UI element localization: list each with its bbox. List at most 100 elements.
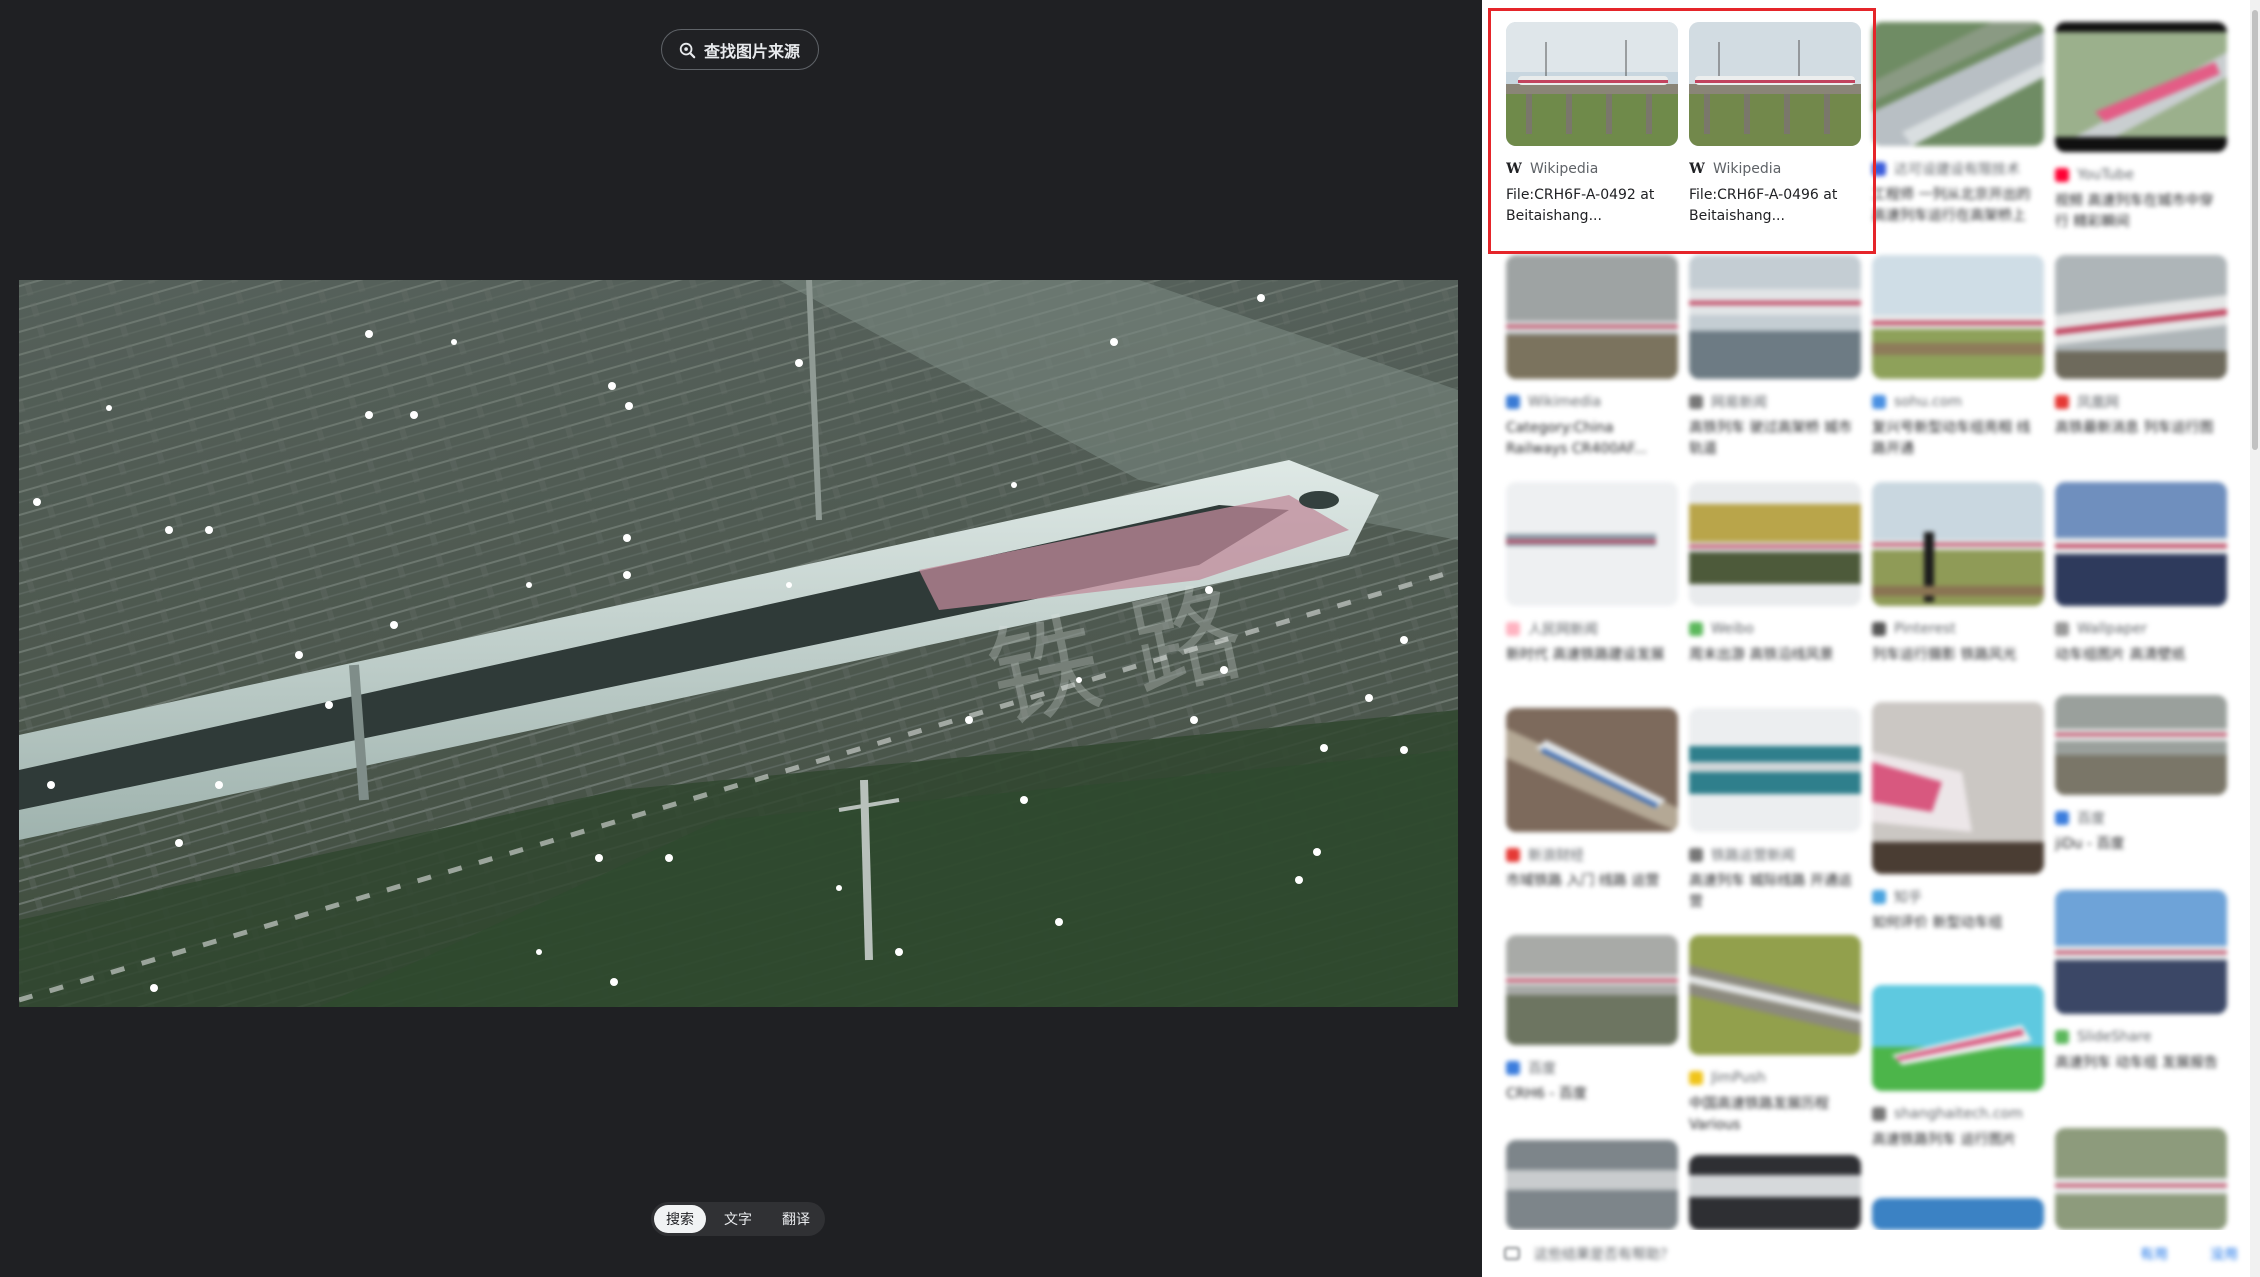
wikipedia-icon: W	[1689, 161, 1705, 177]
result-thumbnail[interactable]	[1506, 935, 1678, 1045]
result-card[interactable]	[1872, 1198, 2044, 1230]
result-source: JimPush	[1689, 1069, 1861, 1087]
result-card[interactable]: YouTube 视频 高速列车在城市中穿行 精彩瞬间	[2055, 22, 2227, 233]
result-title[interactable]: 动车组图片 高清壁纸	[2055, 645, 2227, 687]
result-card[interactable]	[2055, 1128, 2227, 1230]
result-card[interactable]: 人民网新闻 新时代 高速铁路建设发展	[1506, 482, 1678, 687]
result-card[interactable]: Wallpaper 动车组图片 高清壁纸	[2055, 482, 2227, 687]
result-card[interactable]: shanghaitech.com 高速铁路列车 运行图片	[1872, 985, 2044, 1172]
result-title[interactable]: 中国高速铁路发展历程 Various	[1689, 1094, 1861, 1136]
result-thumbnail[interactable]	[1872, 255, 2044, 379]
result-title[interactable]: Category:China Railways CR400AF...	[1506, 418, 1678, 460]
result-thumbnail[interactable]	[1689, 708, 1861, 832]
feedback-no-button[interactable]: 没用	[2210, 1244, 2238, 1264]
result-card[interactable]: sohu.com 复兴号新型动车组亮相 线路开通	[1872, 255, 2044, 460]
result-thumbnail[interactable]	[1689, 255, 1861, 379]
result-title[interactable]: File:CRH6F-A-0496 at Beitaishang...	[1689, 185, 1861, 227]
find-image-source-button[interactable]: 查找图片来源	[661, 29, 820, 70]
result-thumbnail[interactable]	[2055, 482, 2227, 606]
result-title[interactable]: 高速列车 城际线路 开通运营	[1689, 871, 1861, 913]
result-source: W Wikipedia	[1506, 161, 1599, 177]
result-source: Weibo	[1689, 620, 1861, 638]
result-source: YouTube	[2055, 166, 2227, 184]
result-thumbnail[interactable]	[1506, 255, 1678, 379]
result-card[interactable]: Wikimedia Category:China Railways CR400A…	[1506, 255, 1678, 460]
result-card[interactable]: Weibo 周末出游 高铁沿线风景	[1689, 482, 1861, 687]
result-card[interactable]: Pinterest 列车运行摄影 铁路风光	[1872, 482, 2044, 687]
result-title[interactable]: 新时代 高速铁路建设发展	[1506, 645, 1678, 687]
result-card[interactable]: JimPush 中国高速铁路发展历程 Various	[1689, 935, 1861, 1136]
result-card[interactable]	[1506, 1140, 1678, 1230]
scrollbar-thumb[interactable]	[2252, 10, 2258, 450]
result-title[interactable]: 高速列车 动车组 发展报告	[2055, 1053, 2227, 1095]
result-title[interactable]: 高铁最新消息 列车运行图	[2055, 418, 2227, 460]
favicon-icon	[1689, 1071, 1703, 1085]
result-thumbnail[interactable]	[2055, 695, 2227, 795]
result-title[interactable]: 列车运行摄影 铁路风光	[1872, 645, 2044, 687]
favicon-icon	[1872, 1107, 1886, 1121]
result-card[interactable]: 新浪财经 市域铁路 入门 线路 运营	[1506, 708, 1678, 913]
result-card[interactable]: W Wikipedia File:CRH6F-A-0496 at Beitais…	[1689, 22, 1861, 227]
result-thumbnail[interactable]	[1872, 702, 2044, 874]
favicon-icon	[1872, 162, 1886, 176]
youtube-icon	[2055, 168, 2069, 182]
results-scrollbar[interactable]	[2250, 0, 2260, 1277]
result-card[interactable]: W Wikipedia File:CRH6F-A-0492 at Beitais…	[1506, 22, 1678, 227]
result-card[interactable]: 达可设建设有限技术 工程师 一列从北京开出的高速列车运行在高架桥上	[1872, 22, 2044, 227]
result-thumbnail[interactable]	[1872, 482, 2044, 606]
result-thumbnail[interactable]	[1689, 935, 1861, 1055]
result-card[interactable]: SlideShare 高速列车 动车组 发展报告	[2055, 890, 2227, 1095]
result-thumbnail[interactable]	[1872, 22, 2044, 146]
result-thumbnail[interactable]	[2055, 890, 2227, 1014]
result-title[interactable]: File:CRH6F-A-0492 at Beitaishang...	[1506, 185, 1678, 227]
result-title[interactable]: 高速铁路列车 运行图片	[1872, 1130, 2044, 1172]
result-title[interactable]: 周末出游 高铁沿线风景	[1689, 645, 1861, 687]
tab-search[interactable]: 搜索	[654, 1205, 706, 1233]
result-source: W Wikipedia	[1689, 161, 1782, 177]
result-thumbnail[interactable]	[1872, 1198, 2044, 1230]
favicon-icon	[1872, 890, 1886, 904]
result-card[interactable]	[1689, 1155, 1861, 1230]
favicon-icon	[1872, 622, 1886, 636]
result-source: SlideShare	[2055, 1028, 2227, 1046]
result-card[interactable]: 铁路运营新闻 高速列车 城际线路 开通运营	[1689, 708, 1861, 913]
result-card[interactable]: 凤凰网 高铁最新消息 列车运行图	[2055, 255, 2227, 460]
feedback-yes-button[interactable]: 有用	[2140, 1244, 2168, 1264]
favicon-icon	[1689, 622, 1703, 636]
result-thumbnail[interactable]	[1506, 22, 1678, 146]
result-card[interactable]: 网易新闻 高铁列车 驶过高架桥 城市轨道	[1689, 255, 1861, 460]
result-source: 知乎	[1872, 888, 2044, 906]
result-title[interactable]: 视频 高速列车在城市中穿行 精彩瞬间	[2055, 191, 2227, 233]
result-title[interactable]: 高铁列车 驶过高架桥 城市轨道	[1689, 418, 1861, 460]
result-thumbnail[interactable]	[1506, 482, 1678, 606]
result-source: Wikimedia	[1506, 393, 1678, 411]
result-thumbnail[interactable]	[1689, 22, 1861, 146]
result-thumbnail[interactable]	[1689, 1155, 1861, 1230]
tab-text[interactable]: 文字	[712, 1205, 764, 1233]
result-title[interactable]: CRH6 - 百度	[1506, 1084, 1678, 1126]
result-title[interactable]: 如何评价 新型动车组	[1872, 913, 2044, 955]
result-thumbnail[interactable]	[2055, 22, 2227, 152]
result-thumbnail[interactable]	[1506, 1140, 1678, 1230]
result-title[interactable]: 市域铁路 入门 线路 运营	[1506, 871, 1678, 913]
find-image-source-label: 查找图片来源	[704, 41, 801, 61]
query-image[interactable]: 铁 路	[19, 280, 1458, 1007]
result-thumbnail[interactable]	[1506, 708, 1678, 832]
result-thumbnail[interactable]	[1872, 985, 2044, 1091]
result-source: sohu.com	[1872, 393, 2044, 411]
result-title[interactable]: 工程师 一列从北京开出的高速列车运行在高架桥上	[1872, 185, 2044, 227]
result-thumbnail[interactable]	[1689, 482, 1861, 606]
feedback-text: 这些结果是否有帮助？	[1534, 1246, 1674, 1263]
result-title[interactable]: jiDu - 百度	[2055, 834, 2227, 876]
app-root: 查找图片来源 铁 路 搜索 文字 翻译 W Wikipedia File:CRH…	[0, 0, 2260, 1277]
result-source: shanghaitech.com	[1872, 1105, 2044, 1123]
result-card[interactable]: 百度 jiDu - 百度	[2055, 695, 2227, 876]
result-card[interactable]: 百度 CRH6 - 百度	[1506, 935, 1678, 1126]
result-thumbnail[interactable]	[2055, 1128, 2227, 1230]
tab-translate[interactable]: 翻译	[770, 1205, 822, 1233]
image-viewer-pane: 查找图片来源 铁 路 搜索 文字 翻译	[0, 0, 1482, 1277]
result-source: 达可设建设有限技术	[1872, 160, 2044, 178]
result-thumbnail[interactable]	[2055, 255, 2227, 379]
result-card[interactable]: 知乎 如何评价 新型动车组	[1872, 702, 2044, 955]
result-title[interactable]: 复兴号新型动车组亮相 线路开通	[1872, 418, 2044, 460]
